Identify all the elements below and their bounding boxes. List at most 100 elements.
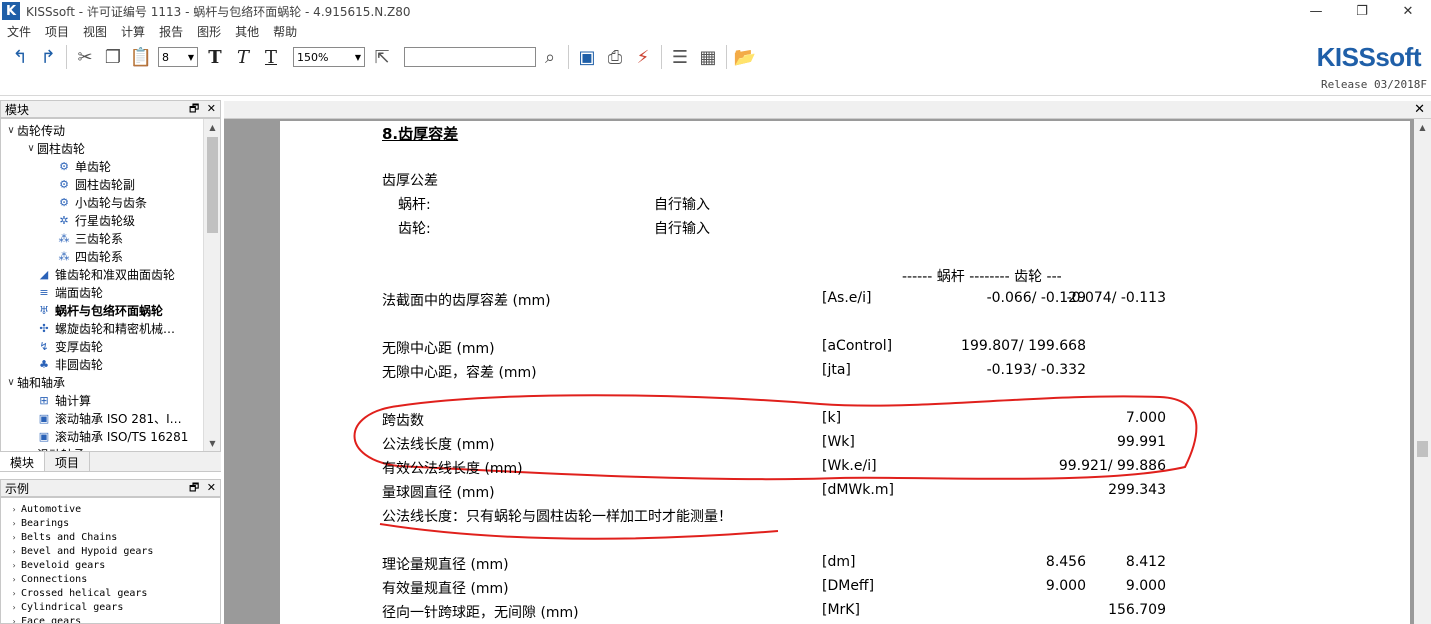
tree-item[interactable]: ⚙ 圆柱齿轮副 [45, 175, 135, 193]
tab-modules[interactable]: 模块 [0, 452, 46, 471]
search-icon[interactable]: ⌕ [536, 44, 564, 70]
chevron-right-icon[interactable]: › [7, 575, 21, 584]
redo-icon[interactable]: ↱ [34, 44, 62, 70]
tree-item[interactable]: ▣ 滚动轴承 ISO 281、I… [25, 409, 182, 427]
tree-item[interactable]: ∨ 齿轮传动 [5, 121, 65, 139]
tree-item[interactable]: ◢ 锥齿轮和准双曲面齿轮 [25, 265, 175, 283]
menu-report[interactable]: 报告 [152, 23, 190, 40]
tree-item[interactable]: ∨ 圆柱齿轮 [25, 139, 85, 157]
bold-button[interactable]: T [201, 44, 229, 70]
paste-icon[interactable]: 📋 [127, 44, 155, 70]
tree-item[interactable]: ♣ 非圆齿轮 [25, 355, 103, 373]
font-size-select[interactable]: 8 ▼ [158, 47, 198, 67]
tab-project[interactable]: 项目 [45, 452, 91, 471]
example-item[interactable]: › Bevel and Hypoid gears [7, 544, 154, 558]
tree-item[interactable]: ✣ 螺旋齿轮和精密机械… [25, 319, 175, 337]
tree-item[interactable]: ⁂ 四齿轮系 [45, 247, 124, 265]
tree-item[interactable]: ⚙ 单齿轮 [45, 157, 111, 175]
row-label: 公法线长度 (mm) [382, 437, 495, 453]
example-item[interactable]: › Cylindrical gears [7, 600, 124, 614]
example-item[interactable]: › Bearings [7, 516, 70, 530]
row-value-gear: 156.709 [1108, 602, 1166, 618]
menu-help[interactable]: 帮助 [266, 23, 304, 40]
panel-close-icon[interactable]: ✕ [207, 102, 216, 115]
report-settings-icon[interactable]: ☰ [666, 44, 694, 70]
example-item[interactable]: › Connections [7, 572, 88, 586]
zoom-select[interactable]: 150% ▼ [293, 47, 365, 67]
tree-scrollbar[interactable]: ▲ ▼ [203, 119, 220, 451]
maximize-button[interactable]: ❐ [1339, 0, 1385, 22]
copy-icon[interactable]: ❐ [99, 44, 127, 70]
tree-item[interactable]: ✲ 行星齿轮级 [45, 211, 135, 229]
tree-item[interactable]: ≡ 端面齿轮 [25, 283, 103, 301]
menu-project[interactable]: 项目 [38, 23, 76, 40]
menu-graphics[interactable]: 图形 [190, 23, 228, 40]
toolbar: ↰ ↱ ✂ ❐ 📋 8 ▼ T T T 150% ▼ ⇱ ⌕ ▣ ⎙ ⚡ ☰ ▦… [0, 40, 1431, 74]
tree-item[interactable]: ♅ 蜗杆与包络环面蜗轮 [25, 301, 163, 319]
kisssoft-brand-logo: KISSsoft [1316, 42, 1422, 72]
expand-chevron-icon[interactable]: ∨ [25, 143, 37, 154]
scroll-down-icon[interactable]: ▼ [204, 435, 220, 451]
expand-chevron-icon[interactable]: ∨ [5, 125, 17, 136]
row-value-gear: 8.412 [1125, 554, 1166, 570]
chevron-right-icon[interactable]: › [7, 603, 21, 612]
save-icon[interactable]: ▣ [573, 44, 601, 70]
scroll-up-icon[interactable]: ▲ [204, 119, 220, 135]
report-close-icon[interactable]: ✕ [1414, 102, 1425, 117]
print-icon[interactable]: ⎙ [601, 44, 629, 70]
cut-icon[interactable]: ✂ [71, 44, 99, 70]
menu-file[interactable]: 文件 [0, 23, 38, 40]
example-item[interactable]: › Belts and Chains [7, 530, 118, 544]
worm-label: 蜗杆: [398, 197, 431, 213]
tree-item[interactable]: ∨滑动轴承 [25, 445, 85, 452]
tree-item-label: 变厚齿轮 [55, 339, 104, 354]
table-icon[interactable]: ▦ [694, 44, 722, 70]
example-item[interactable]: › Crossed helical gears [7, 586, 148, 600]
scroll-up-icon[interactable]: ▲ [1414, 119, 1431, 135]
scroll-thumb[interactable] [1417, 441, 1428, 457]
row-symbol: [Wk.e/i] [822, 458, 877, 474]
report-scrollbar[interactable]: ▲ [1414, 119, 1431, 624]
example-item[interactable]: › Automotive [7, 502, 82, 516]
undo-icon[interactable]: ↰ [6, 44, 34, 70]
minimize-button[interactable]: — [1293, 0, 1339, 22]
scroll-thumb[interactable] [207, 137, 218, 233]
helical-icon: ✣ [39, 321, 49, 335]
tree-item[interactable]: ⚙ 小齿轮与齿条 [45, 193, 147, 211]
search-input[interactable] [404, 47, 536, 67]
example-item[interactable]: › Beveloid gears [7, 558, 106, 572]
print-pdf-icon[interactable]: ⚡ [629, 44, 657, 70]
chevron-right-icon[interactable]: › [7, 547, 21, 556]
chevron-right-icon[interactable]: › [7, 519, 21, 528]
italic-button[interactable]: T [229, 44, 257, 70]
underline-button[interactable]: T [257, 44, 285, 70]
menu-other[interactable]: 其他 [228, 23, 266, 40]
chevron-right-icon[interactable]: › [7, 589, 21, 598]
chevron-right-icon[interactable]: › [7, 533, 21, 542]
row-label: 无隙中心距 (mm) [382, 341, 495, 357]
menu-view[interactable]: 视图 [76, 23, 114, 40]
panel-close-icon[interactable]: ✕ [207, 481, 216, 494]
tree-item[interactable]: ⊞ 轴计算 [25, 391, 91, 409]
pin-icon[interactable]: 🗗 [189, 102, 199, 115]
row-symbol: [Wk] [822, 434, 855, 450]
tree-item[interactable]: ↯ 变厚齿轮 [25, 337, 103, 355]
menu-calculation[interactable]: 计算 [114, 23, 152, 40]
tree-item[interactable]: ∨ 轴和轴承 [5, 373, 65, 391]
expand-chevron-icon[interactable]: ∨ [5, 377, 17, 388]
chevron-right-icon[interactable]: › [7, 505, 21, 514]
chevron-right-icon[interactable]: › [7, 561, 21, 570]
chevron-right-icon[interactable]: › [7, 617, 21, 624]
row-label: 无隙中心距，容差 (mm) [382, 365, 537, 381]
example-item[interactable]: › Face gears [7, 614, 82, 624]
pin-icon[interactable]: 🗗 [189, 481, 199, 494]
worm-value: 自行输入 [654, 197, 710, 213]
open-folder-icon[interactable]: 📂 [731, 44, 759, 70]
row-symbol: [k] [822, 410, 842, 426]
panel-tabs: 模块 项目 [0, 452, 221, 472]
tree-item[interactable]: ▣ 滚动轴承 ISO/TS 16281 [25, 427, 189, 445]
tree-item-label: 四齿轮系 [75, 249, 124, 264]
tree-item[interactable]: ⁂ 三齿轮系 [45, 229, 124, 247]
close-button[interactable]: ✕ [1385, 0, 1431, 22]
export-icon[interactable]: ⇱ [368, 44, 396, 70]
